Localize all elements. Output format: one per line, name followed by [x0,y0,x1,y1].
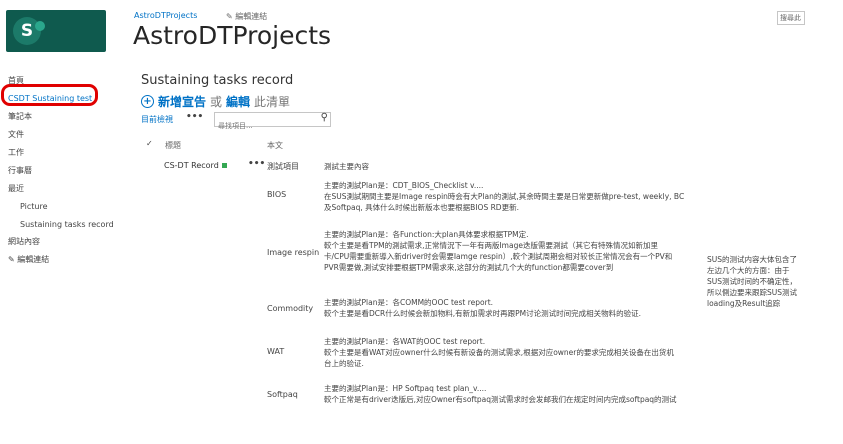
select-all-checkmark-icon[interactable]: ✓ [146,139,153,148]
row-text: 主要的測試Plan是：各Function:大plan具体要求根据TPM定. 較个… [324,230,673,272]
ql-item-notebook[interactable]: 筆記本 [8,108,120,126]
edit-list-link[interactable]: 編輯 [226,93,250,110]
body-header-right: 測試主要內容 [324,162,369,171]
site-breadcrumb-link[interactable]: AstroDTProjects [134,11,197,20]
row-label: Commodity [267,304,314,313]
row-text: 主要的測試Plan是：各COMM的OOC test report. 較个主要是看… [324,298,641,318]
row-label: WAT [267,347,285,356]
ql-item-picture[interactable]: Picture [8,198,120,216]
current-view-link[interactable]: 目前檢視 [141,114,173,125]
ql-edit-links-label: 編輯連結 [17,255,50,264]
site-title[interactable]: AstroDTProjects [133,21,331,50]
red-highlight-annotation [1,84,98,106]
edit-links-top-label: 編輯連結 [235,12,268,21]
new-announcement-link[interactable]: + 新增宣告或編輯 此清單 [141,93,290,110]
ql-item-calendar[interactable]: 行事曆 [8,162,120,180]
side-note-text: SUS的测试内容大体包含了左边几个大的方面：由于SUS测试时间的不确定性，所以側… [707,255,798,308]
row-text: 主要的測試Plan是：各WAT的OOC test report. 較个主要是看W… [324,337,674,368]
row-label: BIOS [267,190,287,199]
column-header-body[interactable]: 本文 [267,140,283,151]
column-header-title[interactable]: 標題 [165,140,181,151]
plus-icon: + [141,95,154,108]
ql-edit-links[interactable]: ✎ 編輯連結 [8,251,120,269]
list-title: Sustaining tasks record [141,73,294,88]
find-item-input[interactable] [215,119,316,133]
sharepoint-logo[interactable]: S [6,10,106,52]
list-item-title[interactable]: CS-DT Record [164,161,227,170]
new-badge-icon [221,163,227,168]
ql-item-sustaining-tasks-record[interactable]: Sustaining tasks record [8,216,120,233]
row-label: Image respin [267,248,320,257]
row-text: 主要的測試Plan是：CDT_BIOS_Checklist v.... 在SUS… [324,181,685,212]
row-text: 主要的測試Plan是：HP Softpaq test plan_v.... 較个… [324,384,677,404]
ql-item-site-contents[interactable]: 網站內容 [8,233,120,251]
site-search-input[interactable]: 搜尋此 [777,11,805,25]
sharepoint-logo-icon: S [13,17,45,45]
search-icon[interactable]: ⚲ [321,112,328,123]
pencil-icon: ✎ [226,12,236,21]
ql-item-documents[interactable]: 文件 [8,126,120,144]
new-item-tail: 此清單 [254,95,291,109]
ql-item-tasks[interactable]: 工作 [8,144,120,162]
pencil-icon: ✎ [8,255,18,264]
find-item-search[interactable]: ⚲ [214,112,331,133]
body-header-left: 測試項目 [267,162,299,171]
item-options-ellipsis[interactable]: ••• [248,159,265,169]
new-announcement-label[interactable]: 新增宣告 [158,93,206,110]
view-options-ellipsis[interactable]: ••• [186,112,203,122]
row-label: Softpaq [267,390,298,399]
ql-item-recent[interactable]: 最近 [8,180,120,198]
new-item-or: 或 [210,95,223,109]
